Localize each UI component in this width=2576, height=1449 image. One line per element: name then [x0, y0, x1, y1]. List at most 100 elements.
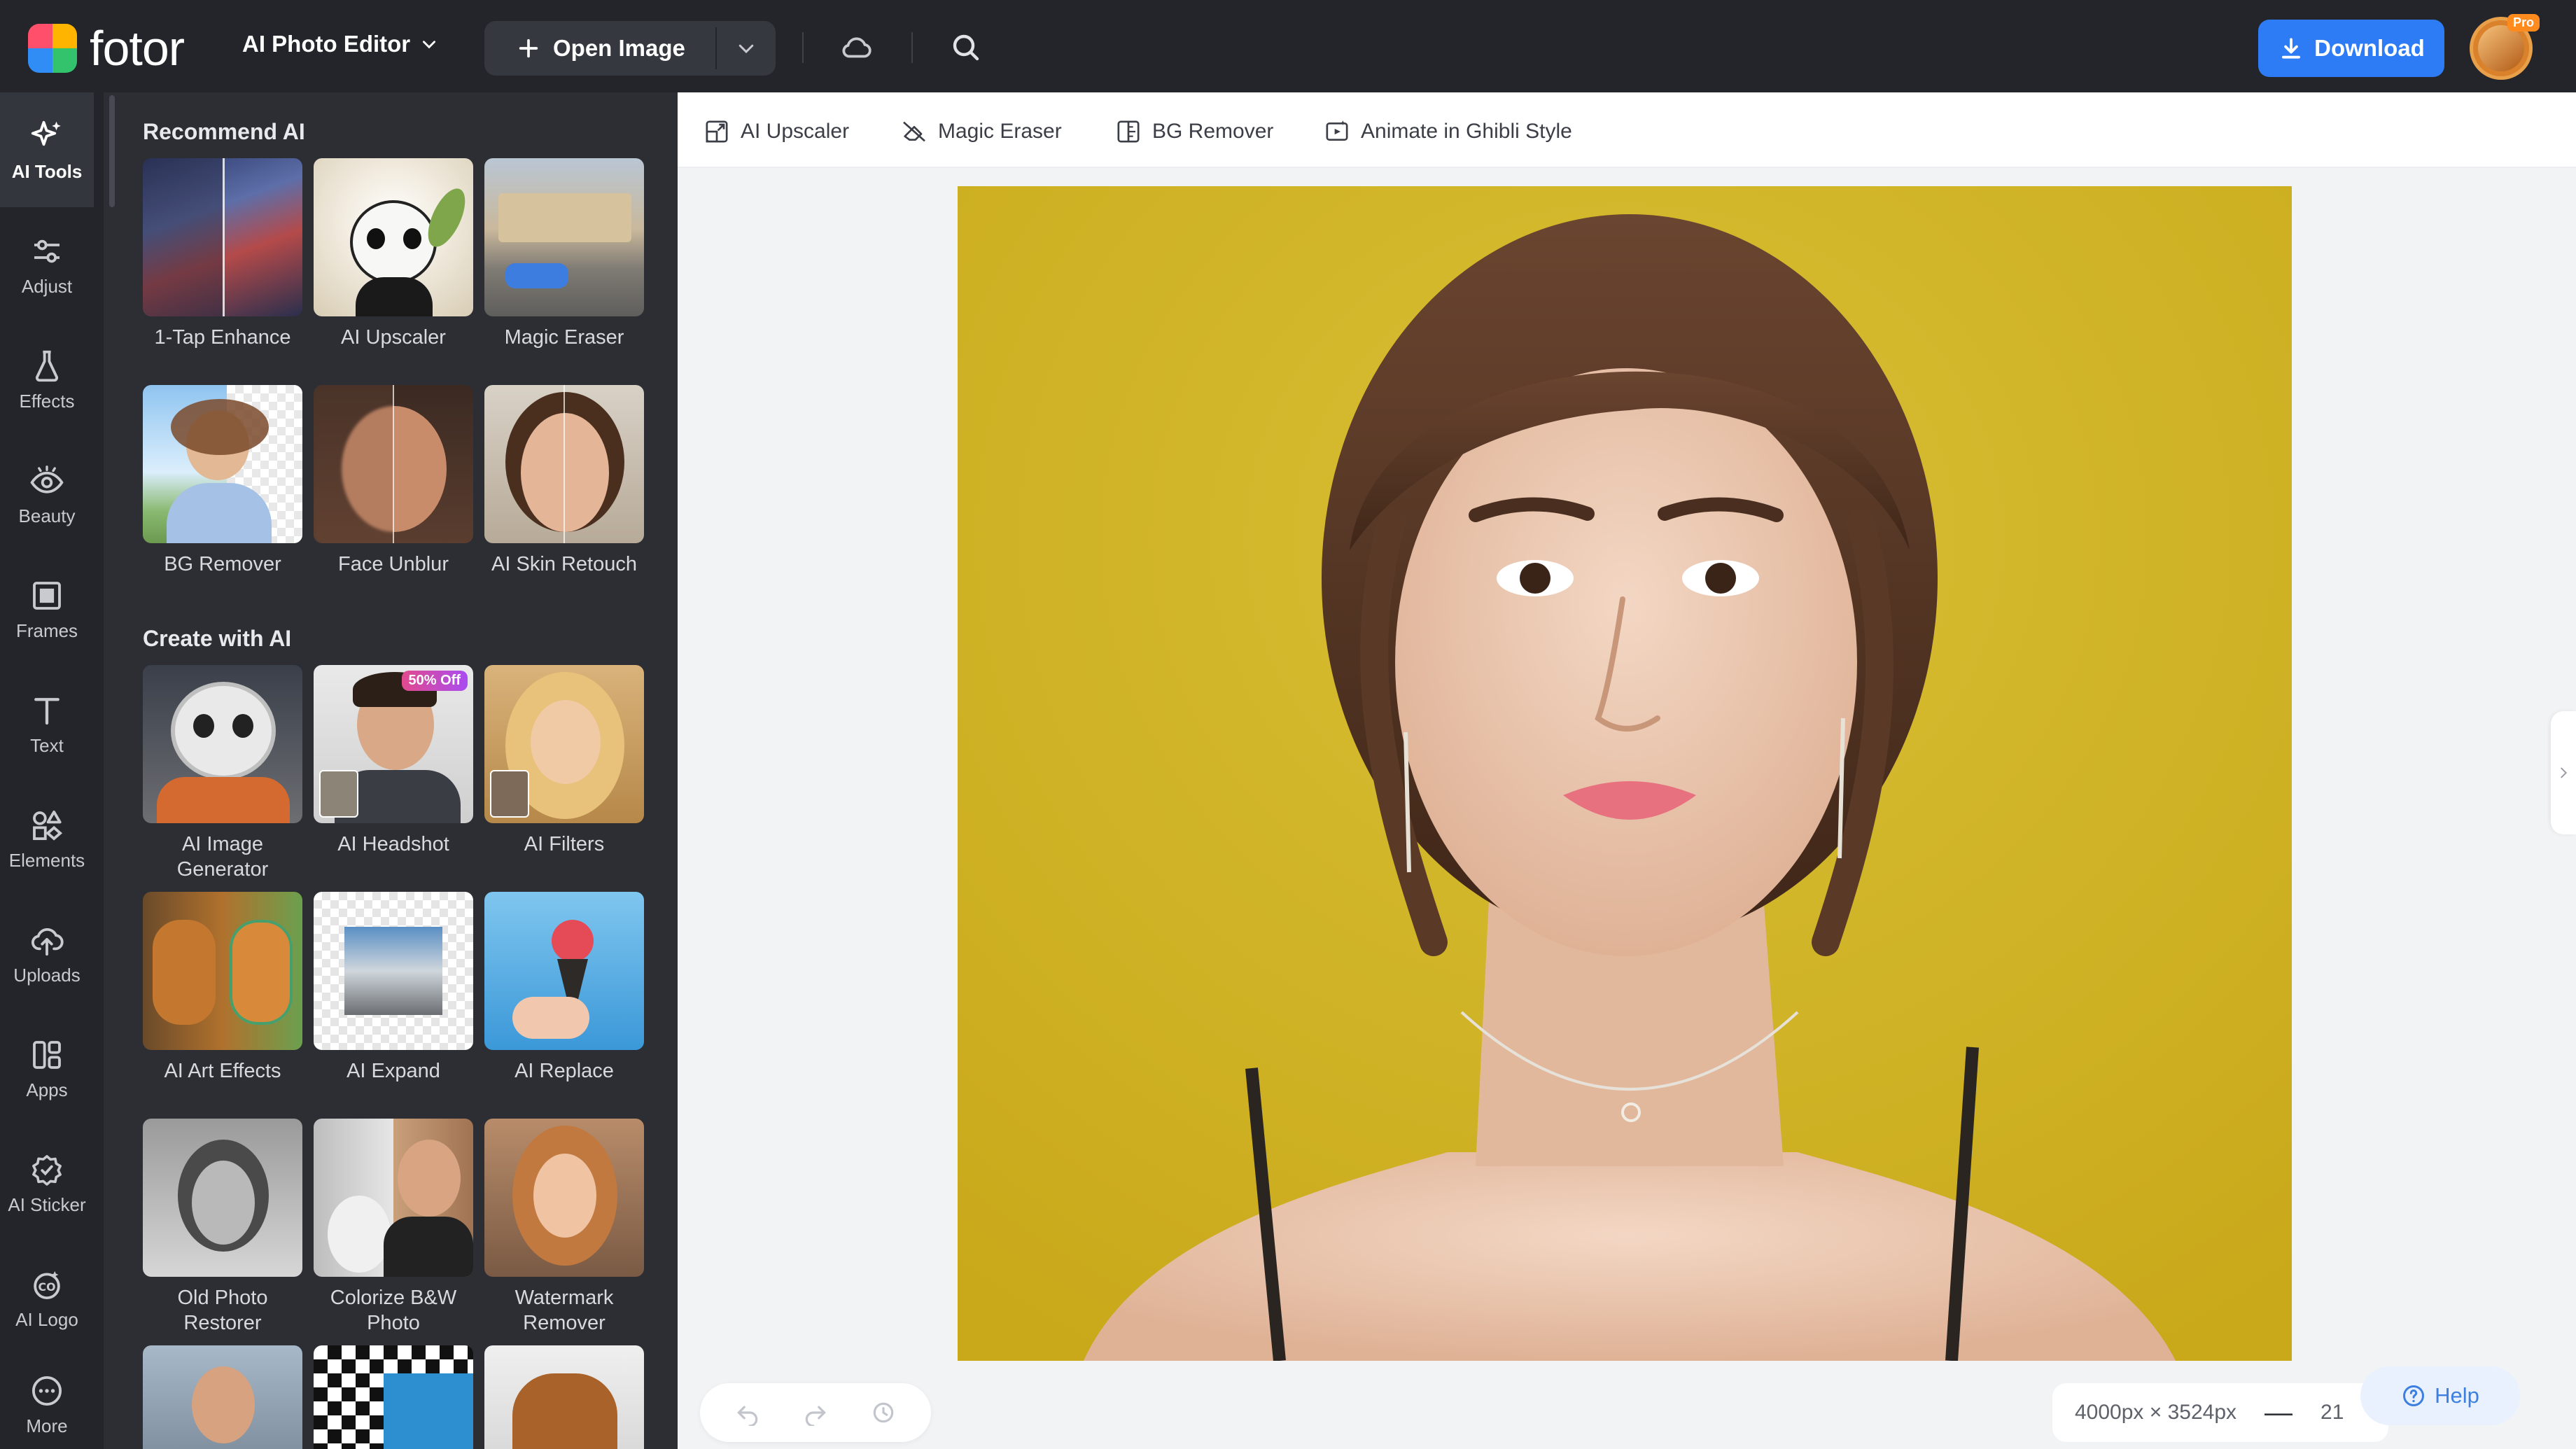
tool-card-ai-art-effects[interactable]: AI Art Effects [143, 892, 302, 1084]
undo-button[interactable] [729, 1394, 766, 1432]
rail-item-ai-sticker[interactable]: AI Sticker [0, 1126, 94, 1240]
tool-card-watermark-remover[interactable]: Watermark Remover [484, 1119, 644, 1336]
tool-label: BG Remover [164, 553, 281, 575]
rail-item-adjust[interactable]: Adjust [0, 207, 94, 322]
tool-card-colorize-bw-photo[interactable]: Colorize B&W Photo [314, 1119, 473, 1336]
rail-item-beauty[interactable]: Beauty [0, 437, 94, 552]
rail-item-ai-logo[interactable]: CO AI Logo [0, 1240, 94, 1355]
tool-card-ai-skin-retouch[interactable]: AI Skin Retouch [484, 385, 644, 577]
tool-card-ai-upscaler[interactable]: AI Upscaler [314, 158, 473, 350]
zoom-out-button[interactable]: — [2264, 1397, 2292, 1429]
history-button[interactable] [864, 1394, 902, 1432]
rail-label: AI Tools [11, 160, 83, 182]
history-controls [700, 1383, 931, 1442]
open-image-button[interactable]: Open Image [484, 21, 715, 76]
image-info-bar: 4000px × 3524px — 21 [2052, 1383, 2388, 1442]
tool-thumbnail [314, 158, 473, 316]
download-icon [2282, 38, 2301, 59]
open-image-options-button[interactable] [717, 21, 776, 76]
redo-icon [805, 1406, 826, 1426]
cloud-save-button[interactable] [837, 28, 876, 67]
redo-button[interactable] [797, 1394, 834, 1432]
avatar-image [2478, 25, 2524, 71]
tool-card-face-unblur[interactable]: Face Unblur [314, 385, 473, 577]
rail-label: AI Logo [15, 1308, 78, 1330]
sparkle-icon [31, 120, 61, 146]
tool-thumbnail [143, 1345, 302, 1449]
tool-label: Magic Eraser [504, 326, 624, 349]
rail-item-text[interactable]: Text [0, 666, 94, 781]
quick-tool-animate-ghibli[interactable]: Animate in Ghibli Style [1323, 118, 1572, 146]
divider [911, 32, 913, 63]
eraser-icon [903, 121, 925, 142]
rail-item-effects[interactable]: Effects [0, 322, 94, 437]
tool-thumbnail [484, 665, 644, 823]
tool-card-old-photo-restorer[interactable]: Old Photo Restorer [143, 1119, 302, 1336]
tool-thumbnail [143, 892, 302, 1050]
rail-item-ai-tools[interactable]: AI Tools [0, 92, 94, 207]
quick-tool-bg-remover[interactable]: BG Remover [1114, 118, 1273, 146]
top-bar: fotor AI Photo Editor Open Image Downloa… [0, 0, 2576, 92]
tool-thumbnail [484, 158, 644, 316]
chevron-down-icon [738, 44, 754, 54]
quick-tool-ai-upscaler[interactable]: AI Upscaler [703, 118, 849, 146]
rail-item-more[interactable]: More [0, 1347, 94, 1449]
tool-thumbnail [484, 892, 644, 1050]
logo[interactable]: fotor [28, 24, 185, 73]
ai-tools-panel: Recommend AI 1-Tap Enhance AI Upscaler M… [104, 92, 678, 1449]
sticker-icon [32, 1154, 62, 1186]
quick-tools-bar: AI Upscaler Magic Eraser BG Remover Anim… [678, 92, 2576, 168]
shapes-icon [33, 810, 63, 841]
editor-mode-dropdown[interactable]: AI Photo Editor [242, 31, 438, 57]
rail-label: Adjust [21, 275, 73, 297]
tool-card-ai-headshot[interactable]: 50% Off AI Headshot [314, 665, 473, 857]
rail-item-apps[interactable]: Apps [0, 1011, 94, 1126]
left-nav-rail: AI Tools Adjust Effects Beauty Frames Te… [0, 92, 104, 1449]
rail-item-frames[interactable]: Frames [0, 552, 94, 666]
tool-card-1-tap-enhance[interactable]: 1-Tap Enhance [143, 158, 302, 350]
tool-card-ai-image-generator[interactable]: AI Image Generator [143, 665, 302, 882]
help-button[interactable]: Help [2360, 1366, 2520, 1425]
image-dimensions: 4000px × 3524px [2075, 1401, 2237, 1424]
chevron-down-icon [423, 41, 436, 49]
tool-card-bg-remover[interactable]: BG Remover [143, 385, 302, 577]
expand-right-panel-button[interactable] [2551, 711, 2576, 834]
tool-card-ai-replace[interactable]: AI Replace [484, 892, 644, 1084]
tool-card-partial[interactable] [314, 1345, 473, 1449]
quick-tool-label: BG Remover [1152, 120, 1274, 143]
download-button[interactable]: Download [2258, 20, 2444, 77]
flask-icon [35, 350, 59, 382]
svg-text:CO: CO [38, 1280, 56, 1294]
section-title-create: Create with AI [143, 626, 292, 651]
tool-card-partial[interactable] [484, 1345, 644, 1449]
tool-label: AI Upscaler [341, 326, 446, 349]
zoom-level[interactable]: 21 [2320, 1401, 2344, 1424]
quick-tool-label: AI Upscaler [741, 120, 850, 143]
discount-badge: 50% Off [401, 671, 468, 691]
upscale-icon [706, 120, 728, 143]
rail-item-elements[interactable]: Elements [0, 781, 94, 896]
open-image-group: Open Image [484, 21, 776, 76]
tool-label: Face Unblur [338, 553, 449, 575]
tool-card-ai-expand[interactable]: AI Expand [314, 892, 473, 1084]
chevron-right-icon [2561, 767, 2568, 778]
eye-icon [30, 465, 64, 493]
rail-item-uploads[interactable]: Uploads [0, 896, 94, 1011]
quick-tool-magic-eraser[interactable]: Magic Eraser [900, 118, 1062, 146]
rail-label: AI Sticker [8, 1194, 86, 1215]
search-button[interactable] [946, 28, 986, 67]
tool-thumbnail [143, 158, 302, 316]
frame-icon [33, 581, 61, 610]
tool-thumbnail [314, 385, 473, 543]
edited-photo[interactable] [958, 186, 2292, 1361]
text-icon [34, 697, 59, 724]
tool-card-magic-eraser[interactable]: Magic Eraser [484, 158, 644, 350]
panel-scrollbar[interactable] [109, 95, 115, 207]
rail-label: Uploads [13, 964, 80, 986]
tool-card-ai-filters[interactable]: AI Filters [484, 665, 644, 857]
logo-icon: CO [34, 1270, 60, 1299]
tool-label: 1-Tap Enhance [154, 326, 291, 349]
tool-card-partial[interactable] [143, 1345, 302, 1449]
apps-icon [33, 1040, 61, 1069]
section-title-recommend: Recommend AI [143, 119, 305, 144]
